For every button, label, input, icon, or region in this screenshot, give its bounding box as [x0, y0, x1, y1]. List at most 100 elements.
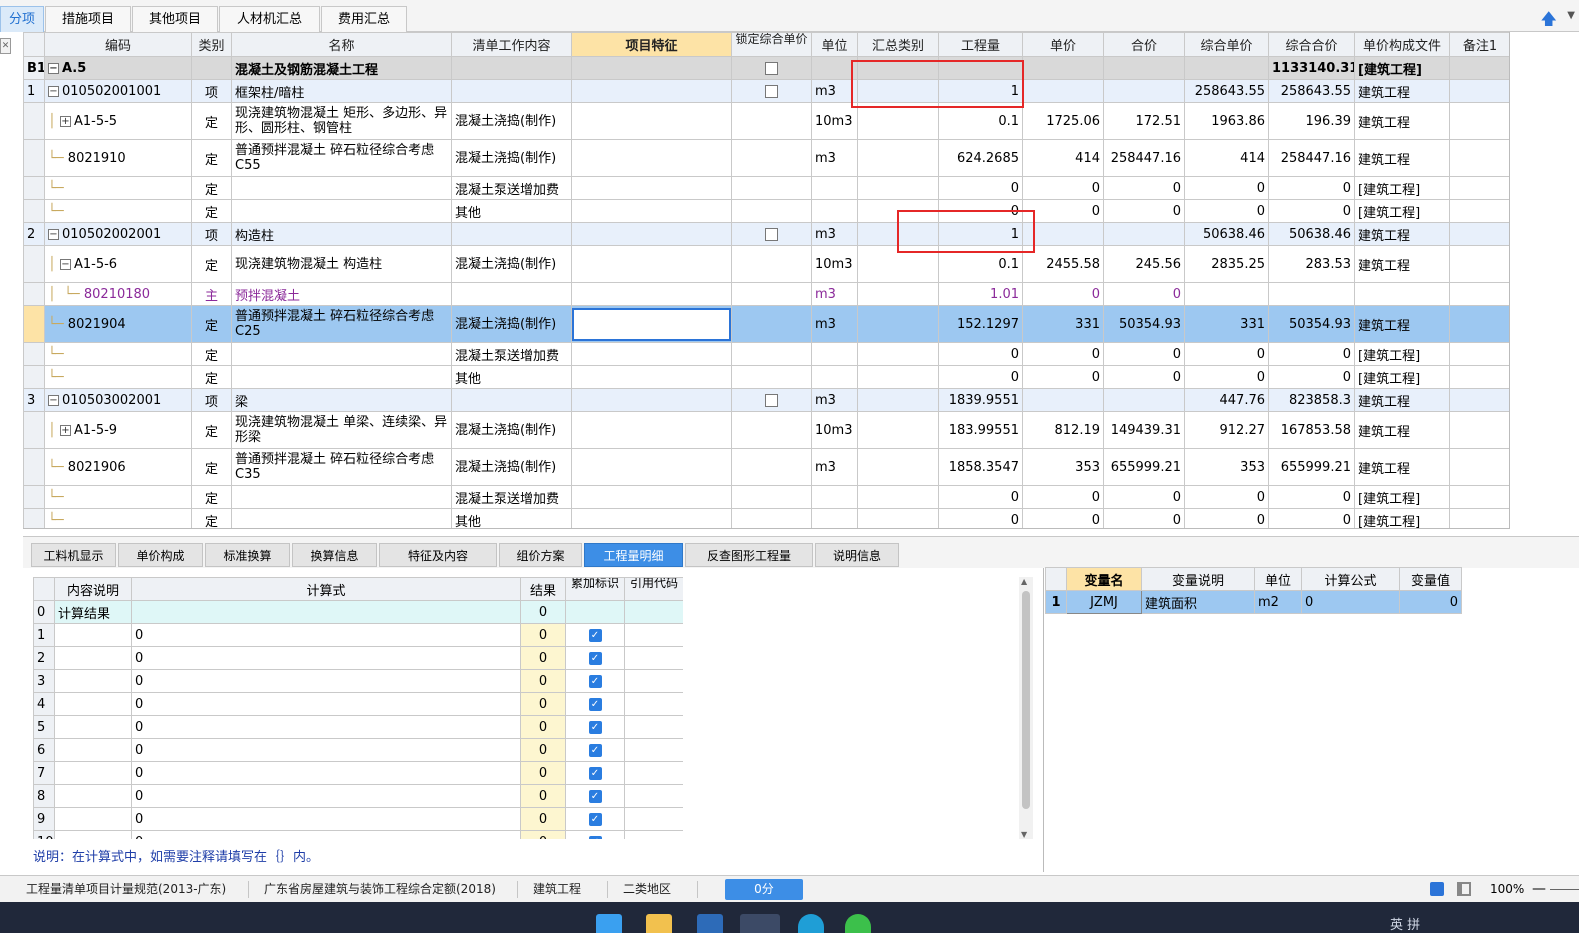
- tab-cost-summary[interactable]: 费用汇总: [321, 6, 407, 32]
- formula-cell[interactable]: 0: [131, 669, 521, 693]
- sum-type-cell[interactable]: [857, 56, 939, 80]
- status-quota[interactable]: 广东省房屋建筑与装饰工程综合定额(2018): [264, 876, 496, 903]
- comp-total-cell[interactable]: 655999.21: [1268, 448, 1355, 486]
- comp-total-cell[interactable]: 0: [1268, 199, 1355, 223]
- quantity-cell[interactable]: 0.1: [938, 102, 1023, 140]
- accumulate-checkbox[interactable]: ✓: [588, 789, 602, 803]
- lock-cell[interactable]: [731, 245, 812, 283]
- total-cell[interactable]: 655999.21: [1103, 448, 1185, 486]
- type-cell[interactable]: 定: [191, 485, 232, 509]
- comp-price-cell[interactable]: 50638.46: [1184, 222, 1269, 246]
- content-cell[interactable]: 混凝土浇捣(制作): [451, 448, 572, 486]
- unit-cell[interactable]: m3: [811, 282, 858, 306]
- type-cell[interactable]: 定: [191, 411, 232, 449]
- desc-cell[interactable]: [54, 830, 132, 839]
- formula-cell[interactable]: 0: [131, 738, 521, 762]
- comp-total-cell[interactable]: 0: [1268, 365, 1355, 389]
- name-cell[interactable]: 现浇建筑物混凝土 构造柱: [231, 245, 452, 283]
- col-unit-header[interactable]: 单位: [811, 32, 858, 57]
- unit-price-cell[interactable]: 0: [1022, 282, 1104, 306]
- remark-cell[interactable]: [1449, 245, 1509, 283]
- windows-start-icon[interactable]: [596, 914, 622, 933]
- code-cell[interactable]: │ + A1-5-5: [44, 102, 192, 140]
- remark-cell[interactable]: [1449, 102, 1509, 140]
- type-cell[interactable]: 项: [191, 79, 232, 103]
- comp-total-cell[interactable]: 50638.46: [1268, 222, 1355, 246]
- comp-price-cell[interactable]: 0: [1184, 342, 1269, 366]
- remark-cell[interactable]: [1449, 365, 1509, 389]
- remark-cell[interactable]: [1449, 411, 1509, 449]
- name-cell[interactable]: 现浇建筑物混凝土 单梁、连续梁、异形梁: [231, 411, 452, 449]
- tab-features-content[interactable]: 特征及内容: [379, 543, 497, 567]
- unit-cell[interactable]: [811, 342, 858, 366]
- unit-cell[interactable]: 10m3: [811, 411, 858, 449]
- unit-cell[interactable]: [811, 199, 858, 223]
- col-type-header[interactable]: 类别: [191, 32, 232, 57]
- unit-cell[interactable]: [811, 365, 858, 389]
- type-cell[interactable]: 定: [191, 365, 232, 389]
- unit-price-cell[interactable]: [1022, 388, 1104, 412]
- comp-price-cell[interactable]: [1184, 282, 1269, 306]
- type-cell[interactable]: 定: [191, 342, 232, 366]
- var-unit-cell[interactable]: m2: [1254, 590, 1302, 614]
- type-cell[interactable]: 项: [191, 222, 232, 246]
- feature-cell[interactable]: [571, 388, 732, 412]
- feature-cell[interactable]: [571, 365, 732, 389]
- unit-cell[interactable]: m3: [811, 79, 858, 103]
- name-cell[interactable]: [231, 365, 452, 389]
- unit-price-cell[interactable]: 812.19: [1022, 411, 1104, 449]
- comp-price-cell[interactable]: [1184, 56, 1269, 80]
- quantity-cell[interactable]: 0: [938, 365, 1023, 389]
- price-file-cell[interactable]: 建筑工程: [1354, 102, 1450, 140]
- comp-total-cell[interactable]: 196.39: [1268, 102, 1355, 140]
- feature-cell[interactable]: [571, 282, 732, 306]
- type-cell[interactable]: 定: [191, 102, 232, 140]
- lock-cell[interactable]: [731, 139, 812, 177]
- price-file-cell[interactable]: 建筑工程: [1354, 79, 1450, 103]
- sum-type-cell[interactable]: [857, 448, 939, 486]
- ref-code-cell[interactable]: [624, 600, 683, 624]
- unit-price-cell[interactable]: 353: [1022, 448, 1104, 486]
- comp-price-cell[interactable]: 258643.55: [1184, 79, 1269, 103]
- quantity-cell[interactable]: 0: [938, 508, 1023, 528]
- lock-cell[interactable]: [731, 365, 812, 389]
- price-file-cell[interactable]: [建筑工程]: [1354, 199, 1450, 223]
- unit-price-cell[interactable]: 2455.58: [1022, 245, 1104, 283]
- table-row[interactable]: └─ 8021910 定 普通预拌混凝土 碎石粒径综合考虑 C55 混凝土浇捣(…: [23, 139, 1509, 177]
- type-cell[interactable]: 项: [191, 388, 232, 412]
- comp-total-cell[interactable]: 0: [1268, 176, 1355, 200]
- accumulate-cell[interactable]: ✓: [565, 830, 625, 839]
- var-value-cell[interactable]: 0: [1399, 590, 1462, 614]
- name-cell[interactable]: 普通预拌混凝土 碎石粒径综合考虑 C25: [231, 305, 452, 343]
- table-row[interactable]: 1 −010502001001 项 框架柱/暗柱 m3 1 258643.55 …: [23, 79, 1509, 103]
- total-cell[interactable]: 0: [1103, 342, 1185, 366]
- table-row[interactable]: └─ 定 其他 0 0 0 0 0 [建筑工程]: [23, 199, 1509, 223]
- lock-cell[interactable]: [731, 176, 812, 200]
- formula-cell[interactable]: 0: [131, 784, 521, 808]
- sum-type-cell[interactable]: [857, 176, 939, 200]
- content-cell[interactable]: 混凝土浇捣(制作): [451, 102, 572, 140]
- total-cell[interactable]: 0: [1103, 365, 1185, 389]
- code-cell[interactable]: └─ 8021904: [44, 305, 192, 343]
- col-remark-header[interactable]: 备注1: [1449, 32, 1509, 57]
- collapse-toggle-icon[interactable]: −: [59, 258, 71, 270]
- remark-cell[interactable]: [1449, 508, 1509, 528]
- type-cell[interactable]: 定: [191, 508, 232, 528]
- feature-cell[interactable]: [571, 245, 732, 283]
- desc-cell[interactable]: [54, 738, 132, 762]
- unit-cell[interactable]: m3: [811, 139, 858, 177]
- total-cell[interactable]: 245.56: [1103, 245, 1185, 283]
- type-cell[interactable]: 定: [191, 448, 232, 486]
- code-cell[interactable]: │ − A1-5-6: [44, 245, 192, 283]
- formula-cell[interactable]: 0: [131, 830, 521, 839]
- comp-price-cell[interactable]: 0: [1184, 485, 1269, 509]
- comp-price-cell[interactable]: 331: [1184, 305, 1269, 343]
- tab-other-items[interactable]: 其他项目: [132, 6, 218, 32]
- comp-price-cell[interactable]: 2835.25: [1184, 245, 1269, 283]
- total-cell[interactable]: [1103, 222, 1185, 246]
- total-cell[interactable]: 0: [1103, 485, 1185, 509]
- status-spec[interactable]: 工程量清单项目计量规范(2013-广东): [26, 876, 226, 903]
- comp-total-cell[interactable]: 258447.16: [1268, 139, 1355, 177]
- comp-total-cell[interactable]: 0: [1268, 508, 1355, 528]
- price-file-cell[interactable]: 建筑工程: [1354, 448, 1450, 486]
